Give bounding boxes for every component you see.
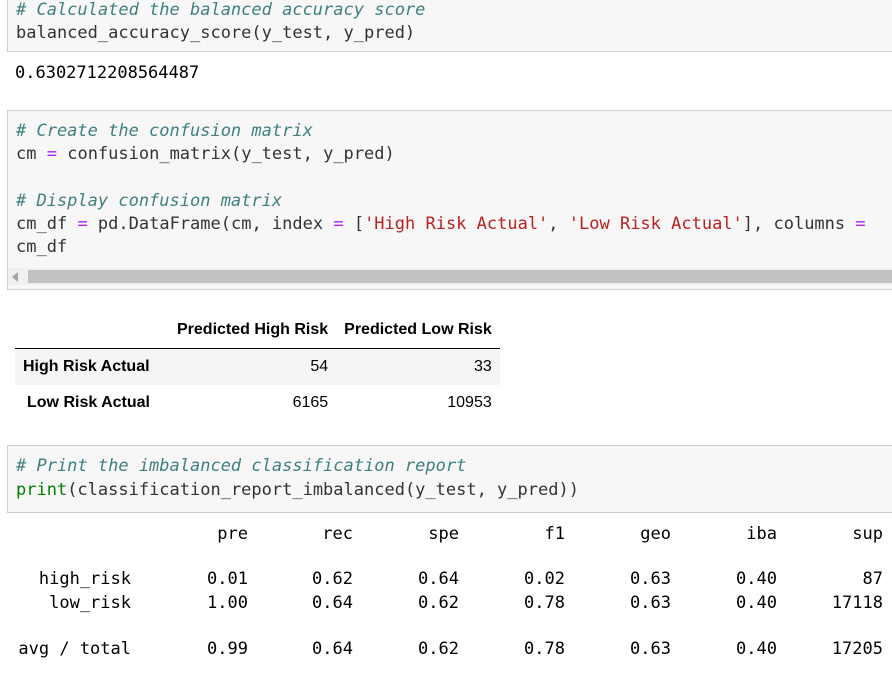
- report-cell: 0.62: [418, 639, 459, 659]
- table-cell: 33: [473, 358, 492, 375]
- row-header: Low Risk Actual: [27, 394, 150, 411]
- report-cell: 0.78: [524, 639, 565, 659]
- code-comment: # Display confusion matrix: [16, 191, 283, 211]
- report-cell: 0.63: [630, 639, 671, 659]
- horizontal-scrollbar[interactable]: [8, 268, 892, 285]
- code-cell-confusion-matrix[interactable]: # Create the confusion matrix cm = confu…: [7, 110, 892, 290]
- report-column-header: geo: [640, 524, 671, 544]
- table-cell: 54: [310, 358, 329, 375]
- row-header: High Risk Actual: [23, 358, 150, 375]
- report-cell: 0.78: [524, 593, 565, 613]
- report-cell: 0.02: [524, 569, 565, 589]
- report-cell: 0.40: [736, 593, 777, 613]
- report-cell: 0.40: [736, 639, 777, 659]
- report-cell: 0.64: [312, 593, 353, 613]
- code-line: # Create the confusion matrix: [16, 120, 313, 143]
- code-cell-classification-report[interactable]: # Print the imbalanced classification re…: [7, 445, 892, 513]
- code-line: balanced_accuracy_score(y_test, y_pred): [16, 23, 416, 43]
- report-cell: 17205: [831, 639, 883, 659]
- report-cell: 0.01: [207, 569, 248, 589]
- code-line: cm = confusion_matrix(y_test, y_pred): [16, 144, 395, 164]
- report-column-header: pre: [217, 524, 248, 544]
- report-row-label: low_risk: [49, 593, 131, 613]
- dataframe-corner-header: [15, 312, 169, 349]
- table-row: High Risk Actual 54 33: [15, 348, 500, 385]
- code-line: # Calculated the balanced accuracy score: [16, 0, 425, 22]
- report-cell: 17118: [831, 593, 883, 613]
- table-cell: 6165: [292, 394, 329, 411]
- code-line: # Display confusion matrix: [16, 190, 282, 213]
- code-line: print(classification_report_imbalanced(y…: [16, 480, 579, 500]
- report-cell: 87: [862, 569, 883, 589]
- table-cell: 10953: [447, 394, 492, 411]
- scroll-left-arrow-icon[interactable]: [12, 272, 18, 282]
- report-column-header: rec: [322, 524, 353, 544]
- report-column-header: iba: [746, 524, 777, 544]
- cell-output-balanced-accuracy: 0.6302712208564487: [15, 63, 200, 83]
- column-header: Predicted High Risk: [169, 312, 337, 349]
- code-comment: # Create the confusion matrix: [16, 121, 313, 141]
- report-cell: 0.62: [312, 569, 353, 589]
- code-comment: # Calculated the balanced accuracy score: [16, 0, 426, 20]
- report-cell: 0.64: [418, 569, 459, 589]
- code-cell-balanced-accuracy[interactable]: # Calculated the balanced accuracy score…: [7, 0, 892, 52]
- report-cell: 1.00: [207, 593, 248, 613]
- report-column-header: sup: [852, 524, 883, 544]
- report-cell: 0.63: [630, 593, 671, 613]
- report-column-header: spe: [428, 524, 459, 544]
- report-column-header: f1: [544, 524, 565, 544]
- report-cell: 0.63: [630, 569, 671, 589]
- report-cell: 0.62: [418, 593, 459, 613]
- confusion-matrix-dataframe: Predicted High Risk Predicted Low Risk H…: [15, 312, 500, 421]
- column-header: Predicted Low Risk: [336, 312, 500, 349]
- code-comment: # Print the imbalanced classification re…: [16, 456, 467, 476]
- report-row-label: avg / total: [18, 639, 131, 659]
- report-cell: 0.64: [312, 639, 353, 659]
- code-line: # Print the imbalanced classification re…: [16, 455, 466, 478]
- code-line: cm_df = pd.DataFrame(cm, index = ['High …: [16, 214, 866, 234]
- scrollbar-thumb[interactable]: [28, 270, 892, 283]
- report-cell: 0.40: [736, 569, 777, 589]
- code-line: cm_df: [16, 237, 68, 257]
- report-row-label: high_risk: [38, 569, 131, 589]
- report-cell: 0.99: [207, 639, 248, 659]
- table-row: Low Risk Actual 6165 10953: [15, 385, 500, 421]
